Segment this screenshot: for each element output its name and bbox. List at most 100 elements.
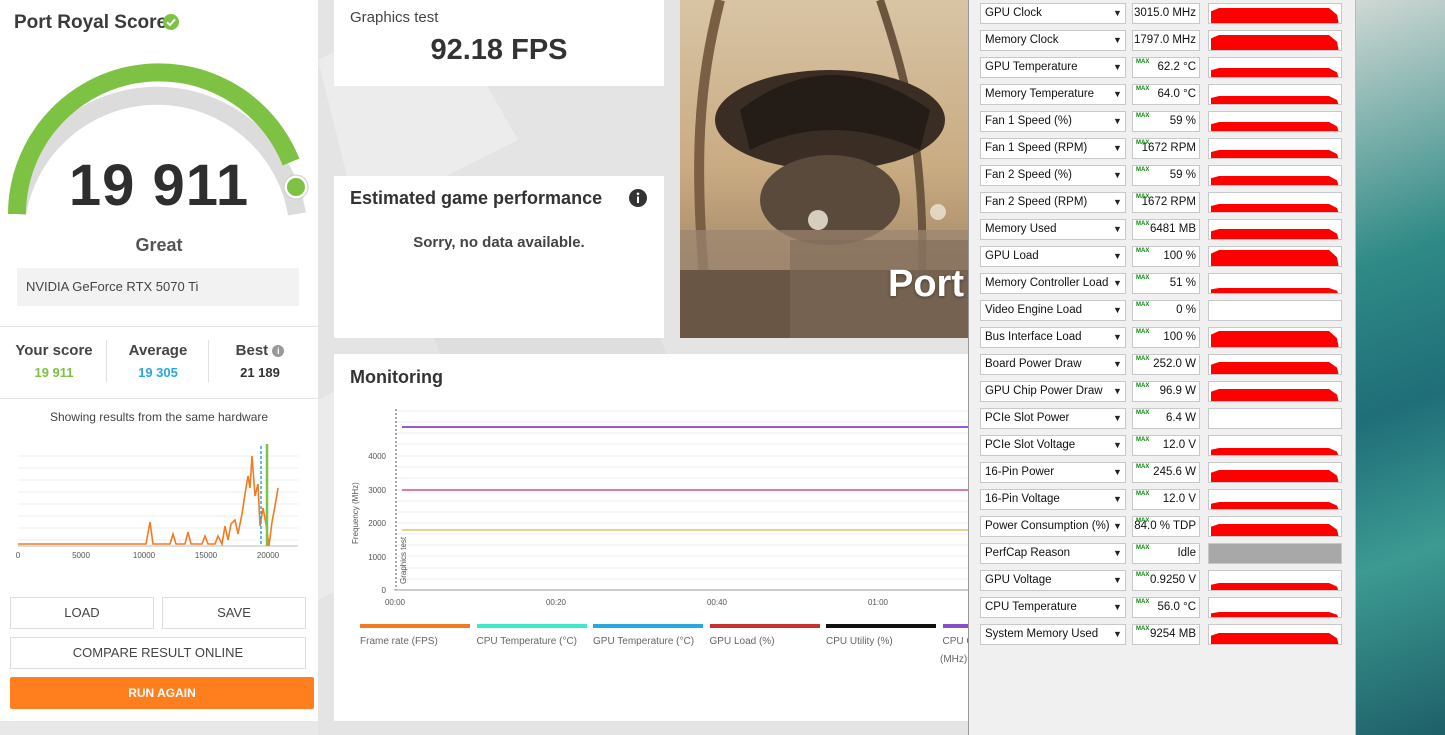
dropdown-arrow-icon[interactable]: ▼ <box>1113 8 1122 18</box>
axis-tick: 10000 <box>133 551 156 560</box>
dropdown-arrow-icon[interactable]: ▼ <box>1113 170 1122 180</box>
sensor-name[interactable]: GPU Load ▼ <box>980 246 1126 267</box>
graphics-test-fps: 92.18 FPS <box>430 34 568 66</box>
sensor-name[interactable]: Memory Controller Load ▼ <box>980 273 1126 294</box>
dropdown-arrow-icon[interactable]: ▼ <box>1113 359 1122 369</box>
estimated-performance-title: Estimated game performance <box>350 188 603 208</box>
sensor-value: 6.4 W MAX <box>1132 408 1200 429</box>
dropdown-arrow-icon[interactable]: ▼ <box>1113 440 1122 450</box>
sensor-name[interactable]: Fan 1 Speed (RPM) ▼ <box>980 138 1126 159</box>
sensor-name[interactable]: Fan 2 Speed (RPM) ▼ <box>980 192 1126 213</box>
sensor-value: 6481 MB MAX <box>1132 219 1200 240</box>
axis-tick: 1000 <box>368 553 386 562</box>
benchmark-artwork: Port <box>680 0 970 338</box>
dropdown-arrow-icon[interactable]: ▼ <box>1113 143 1122 153</box>
dropdown-arrow-icon[interactable]: ▼ <box>1113 116 1122 126</box>
dropdown-arrow-icon[interactable]: ▼ <box>1113 494 1122 504</box>
sensor-graph <box>1208 246 1342 267</box>
legend-label: GPU Temperature (°C) <box>593 636 695 647</box>
run-again-button[interactable]: RUN AGAIN <box>10 677 314 709</box>
sensor-name[interactable]: Memory Clock ▼ <box>980 30 1126 51</box>
sensor-graph <box>1208 435 1342 456</box>
sensor-value: 84.0 % TDP MAX <box>1132 516 1200 537</box>
legend-label: CPU Utility (%) <box>826 636 893 647</box>
axis-tick: 2000 <box>368 519 386 528</box>
dropdown-arrow-icon[interactable]: ▼ <box>1113 224 1122 234</box>
dropdown-arrow-icon[interactable]: ▼ <box>1113 278 1122 288</box>
sensor-name[interactable]: Memory Used ▼ <box>980 219 1126 240</box>
sensor-graph <box>1208 111 1342 132</box>
dropdown-arrow-icon[interactable]: ▼ <box>1113 413 1122 423</box>
legend-item[interactable]: Frame rate (FPS) <box>360 624 472 647</box>
dropdown-arrow-icon[interactable]: ▼ <box>1113 548 1122 558</box>
sensor-row: GPU Temperature ▼ 62.2 °C MAX <box>980 57 1342 79</box>
dropdown-arrow-icon[interactable]: ▼ <box>1113 305 1122 315</box>
best-label: Best <box>235 342 269 359</box>
sensor-value: 96.9 W MAX <box>1132 381 1200 402</box>
sensor-name[interactable]: PCIe Slot Voltage ▼ <box>980 435 1126 456</box>
dropdown-arrow-icon[interactable]: ▼ <box>1113 251 1122 261</box>
sensor-name[interactable]: System Memory Used ▼ <box>980 624 1126 645</box>
dropdown-arrow-icon[interactable]: ▼ <box>1113 62 1122 72</box>
divider <box>0 398 318 399</box>
axis-tick: 20000 <box>257 551 280 560</box>
sensor-name[interactable]: PCIe Slot Power ▼ <box>980 408 1126 429</box>
sensor-row: PerfCap Reason ▼ Idle MAX <box>980 543 1342 565</box>
info-icon[interactable] <box>628 188 648 208</box>
sensor-name[interactable]: CPU Temperature ▼ <box>980 597 1126 618</box>
sensor-name[interactable]: Fan 2 Speed (%) ▼ <box>980 165 1126 186</box>
gpu-name: NVIDIA GeForce RTX 5070 Ti <box>17 268 299 306</box>
max-indicator: MAX <box>1136 275 1150 281</box>
sensor-name[interactable]: GPU Temperature ▼ <box>980 57 1126 78</box>
sensor-graph <box>1208 273 1342 294</box>
max-indicator: MAX <box>1136 464 1150 470</box>
dropdown-arrow-icon[interactable]: ▼ <box>1113 467 1122 477</box>
save-button[interactable]: SAVE <box>162 597 306 629</box>
best-value: 21 189 <box>240 365 280 380</box>
legend-item[interactable]: GPU Temperature (°C) <box>593 624 705 647</box>
sensor-name[interactable]: Video Engine Load ▼ <box>980 300 1126 321</box>
legend-item[interactable]: CPU Temperature (°C) <box>476 624 589 647</box>
average-stat: Average 19 305 <box>114 342 202 380</box>
dropdown-arrow-icon[interactable]: ▼ <box>1113 629 1122 639</box>
dropdown-arrow-icon[interactable]: ▼ <box>1113 197 1122 207</box>
dropdown-arrow-icon[interactable]: ▼ <box>1113 521 1122 531</box>
legend-swatch <box>709 624 820 628</box>
sensor-graph <box>1208 84 1342 105</box>
sensor-name[interactable]: Bus Interface Load ▼ <box>980 327 1126 348</box>
sensor-name[interactable]: Board Power Draw ▼ <box>980 354 1126 375</box>
best-label-row: Best i <box>216 342 304 359</box>
sensor-value: 100 % MAX <box>1132 327 1200 348</box>
sensor-name[interactable]: Memory Temperature ▼ <box>980 84 1126 105</box>
sensor-name[interactable]: GPU Clock ▼ <box>980 3 1126 24</box>
dropdown-arrow-icon[interactable]: ▼ <box>1113 89 1122 99</box>
sensor-name[interactable]: 16-Pin Power ▼ <box>980 462 1126 483</box>
info-icon[interactable]: i <box>272 345 285 357</box>
legend-label: CPU Temperature (°C) <box>476 636 578 647</box>
sensor-name[interactable]: PerfCap Reason ▼ <box>980 543 1126 564</box>
average-value: 19 305 <box>138 365 178 380</box>
sensor-graph <box>1208 516 1342 537</box>
check-circle-icon <box>163 14 179 30</box>
sensor-row: PCIe Slot Voltage ▼ 12.0 V MAX <box>980 435 1342 457</box>
sensor-value: 51 % MAX <box>1132 273 1200 294</box>
sensor-name[interactable]: GPU Chip Power Draw ▼ <box>980 381 1126 402</box>
dropdown-arrow-icon[interactable]: ▼ <box>1113 332 1122 342</box>
legend-item[interactable]: GPU Load (%) <box>709 624 822 647</box>
dropdown-arrow-icon[interactable]: ▼ <box>1113 575 1122 585</box>
sensor-value: 1672 RPM MAX <box>1132 138 1200 159</box>
score-value: 19 911 <box>68 153 250 218</box>
sensor-name[interactable]: GPU Voltage ▼ <box>980 570 1126 591</box>
dropdown-arrow-icon[interactable]: ▼ <box>1113 35 1122 45</box>
sensor-name[interactable]: Fan 1 Speed (%) ▼ <box>980 111 1126 132</box>
compare-online-button[interactable]: COMPARE RESULT ONLINE <box>10 637 306 669</box>
load-button[interactable]: LOAD <box>10 597 154 629</box>
sensor-name[interactable]: 16-Pin Voltage ▼ <box>980 489 1126 510</box>
legend-item[interactable]: CPU Utility (%) <box>826 624 938 647</box>
dropdown-arrow-icon[interactable]: ▼ <box>1113 602 1122 612</box>
graphics-test-label: Graphics test <box>350 9 439 26</box>
sensor-name[interactable]: Power Consumption (%) ▼ <box>980 516 1126 537</box>
sensor-row: Bus Interface Load ▼ 100 % MAX <box>980 327 1342 349</box>
dropdown-arrow-icon[interactable]: ▼ <box>1113 386 1122 396</box>
sensor-value: 0 % MAX <box>1132 300 1200 321</box>
